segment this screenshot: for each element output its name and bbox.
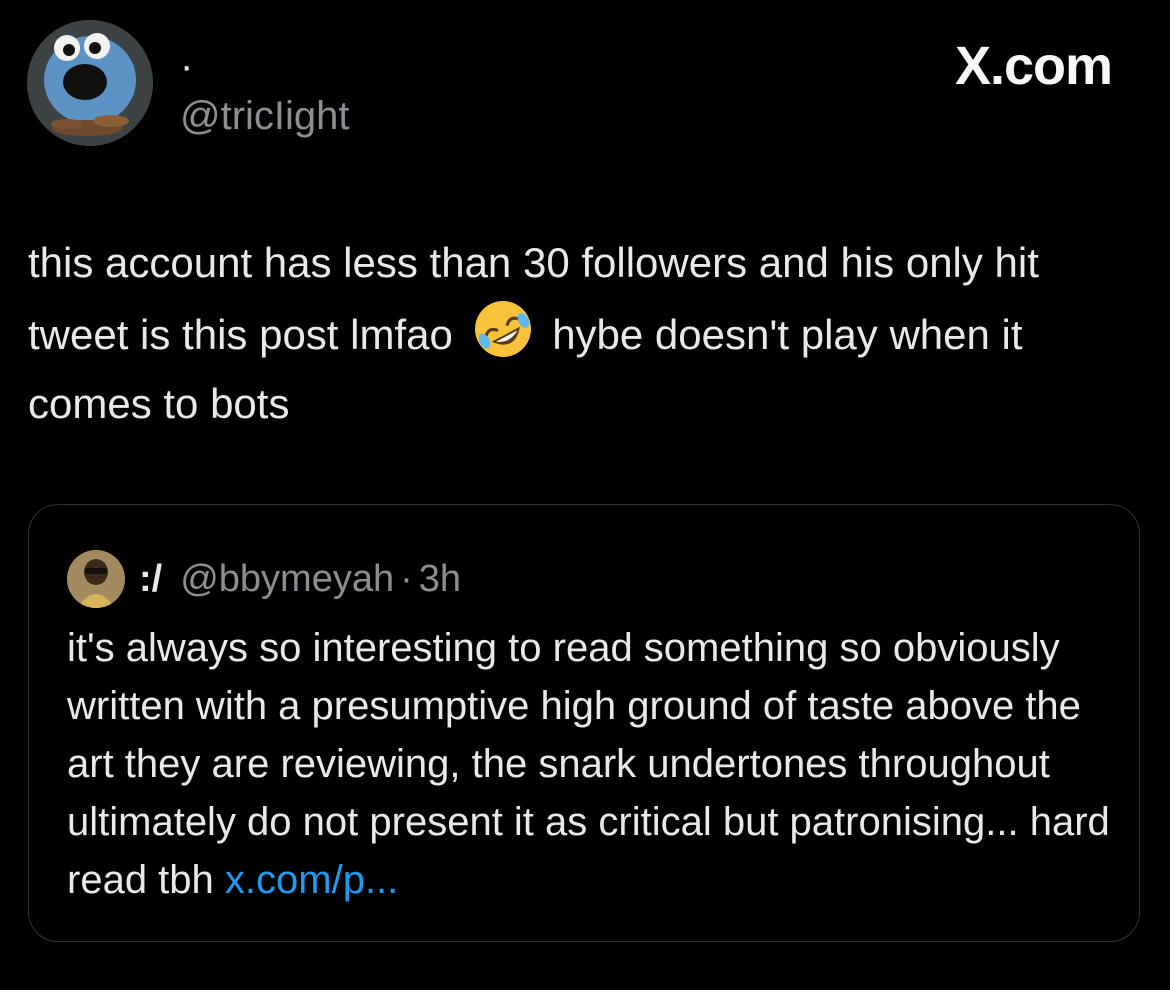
quoted-tweet-link[interactable]: x.com/p... — [225, 858, 398, 902]
quoted-tweet-card[interactable]: :/ @bbymeyah · 3h it's always so interes… — [28, 504, 1140, 942]
quoted-author-avatar[interactable] — [67, 550, 125, 608]
quoted-tweet-body: it's always so interesting to read somet… — [67, 619, 1117, 909]
quoted-tweet-header: :/ @bbymeyah · 3h — [67, 549, 461, 609]
x-com-watermark: X.com — [954, 36, 1113, 96]
author-handle[interactable]: @tricIight — [180, 92, 350, 140]
separator-dot: · — [400, 557, 413, 600]
tweet-header: · @tricIight X.com — [0, 0, 1170, 170]
rolling-on-floor-laughing-emoji-icon — [471, 297, 535, 361]
quoted-tweet-timestamp[interactable]: 3h — [419, 558, 461, 601]
tweet-body: this account has less than 30 followers … — [28, 228, 1138, 438]
author-display-name[interactable]: · — [180, 42, 193, 90]
quoted-author-handle[interactable]: @bbymeyah — [180, 558, 394, 601]
author-avatar[interactable] — [27, 20, 153, 146]
quoted-tweet-text: it's always so interesting to read somet… — [67, 626, 1110, 902]
quoted-author-display-name[interactable]: :/ — [139, 558, 162, 601]
